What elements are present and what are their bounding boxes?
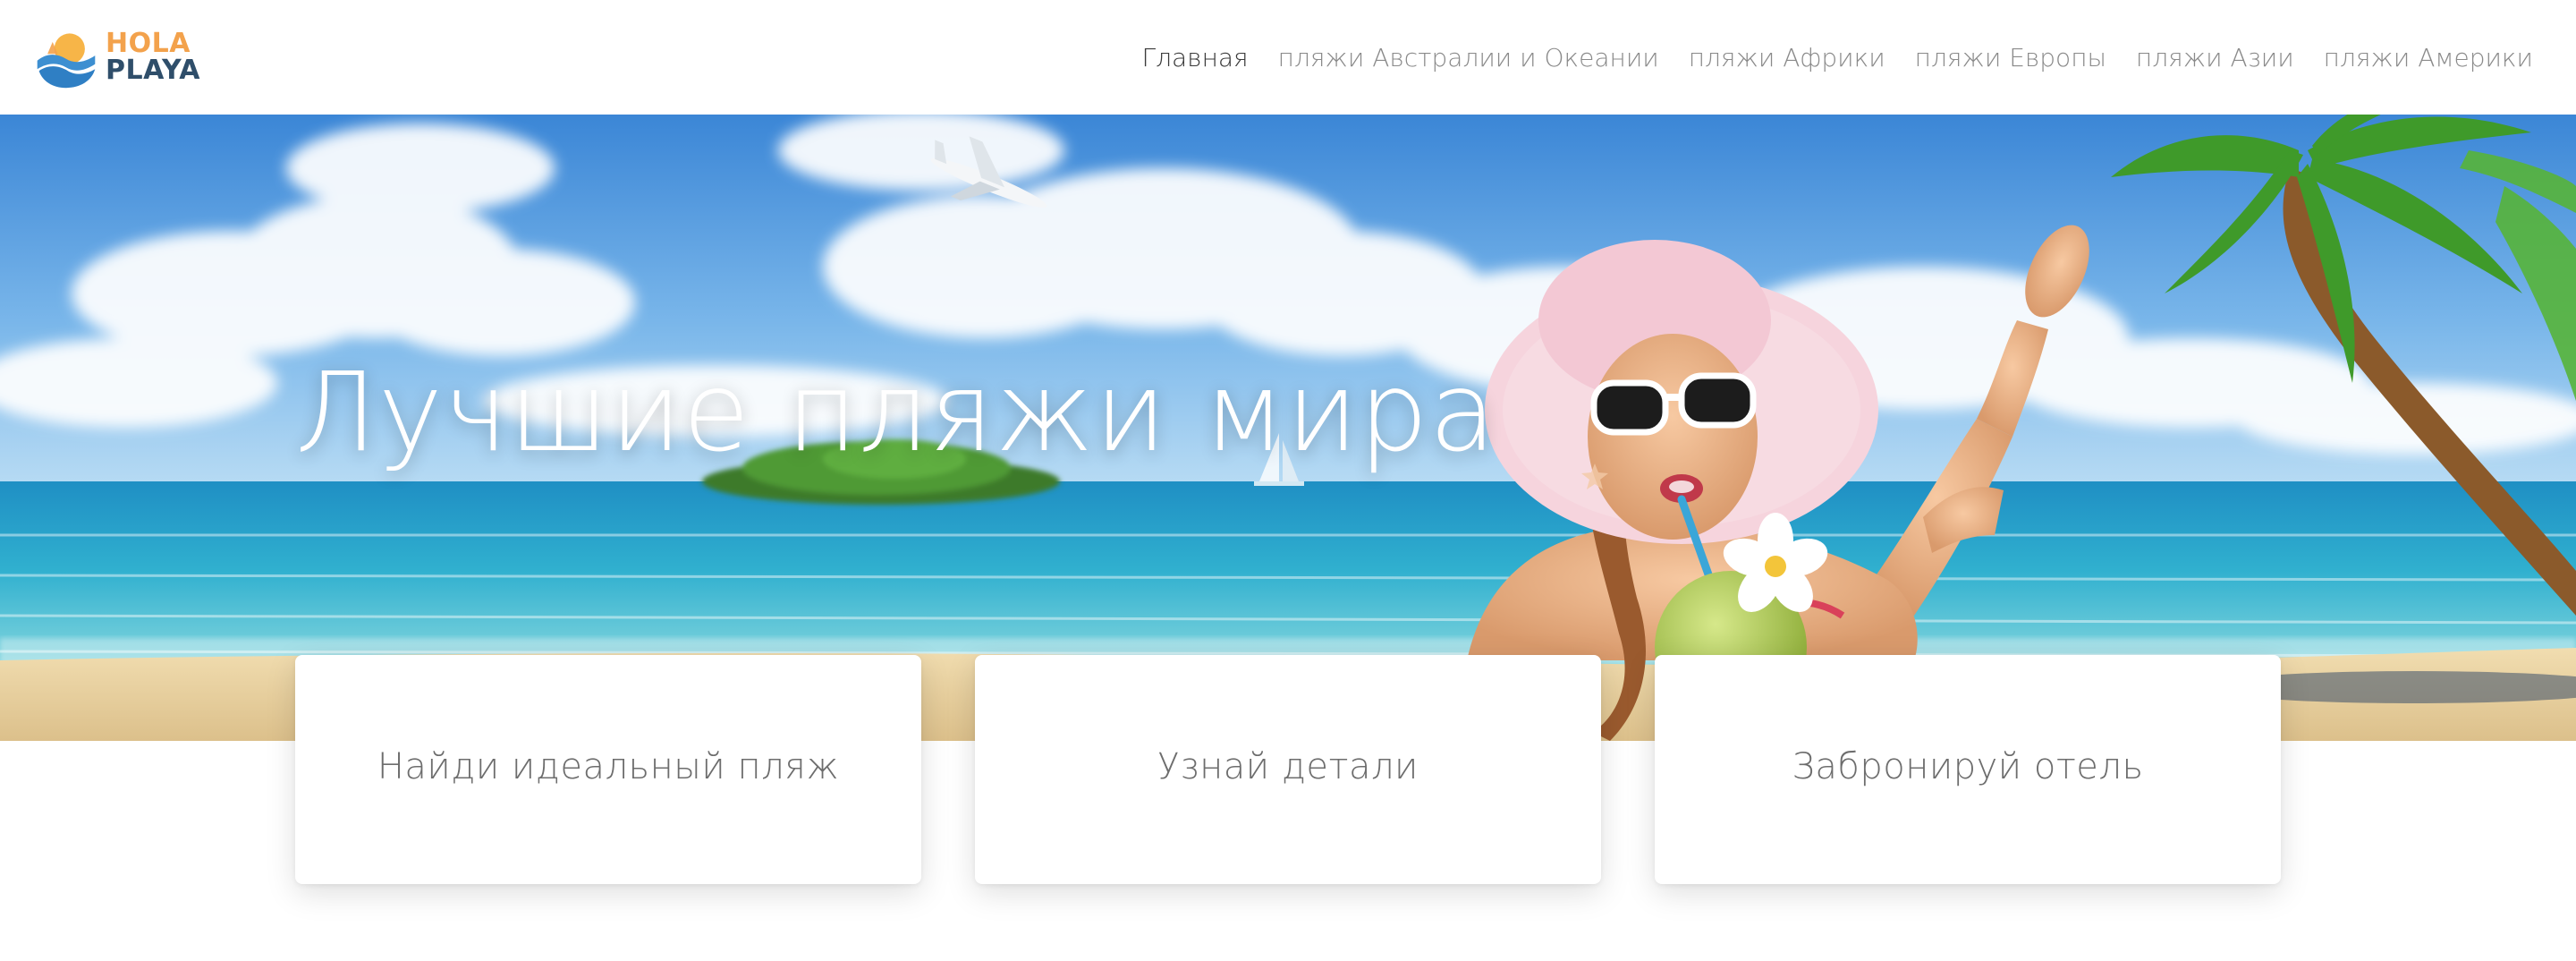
nav-link-australia-oceania[interactable]: пляжи Австралии и Океании — [1278, 43, 1659, 72]
card-learn-details-label: Узнай детали — [1157, 746, 1419, 787]
card-find-beach[interactable]: Найди идеальный пляж — [295, 655, 921, 884]
hero-title: Лучшие пляжи мира — [295, 349, 1497, 476]
logo-text-playa: PLAYA — [106, 55, 201, 86]
nav-link-asia[interactable]: пляжи Азии — [2136, 43, 2294, 72]
feature-cards: Найди идеальный пляж Узнай детали Заброн… — [295, 655, 2281, 884]
nav-link-home[interactable]: Главная — [1142, 43, 1249, 72]
nav-link-america[interactable]: пляжи Америки — [2324, 43, 2533, 72]
card-find-beach-label: Найди идеальный пляж — [377, 746, 840, 787]
hero-banner: Лучшие пляжи мира — [0, 115, 2576, 741]
site-logo[interactable]: HOLA PLAYA — [32, 21, 200, 93]
sun-wave-logo-icon — [37, 33, 96, 89]
nav-link-europe[interactable]: пляжи Европы — [1915, 43, 2106, 72]
main-navigation: Главная пляжи Австралии и Океании пляжи … — [1142, 43, 2533, 72]
card-book-hotel[interactable]: Забронируй отель — [1655, 655, 2281, 884]
card-learn-details[interactable]: Узнай детали — [975, 655, 1601, 884]
logo-text-hola: HOLA — [106, 28, 191, 59]
card-book-hotel-label: Забронируй отель — [1792, 746, 2144, 787]
site-header: HOLA PLAYA Главная пляжи Австралии и Оке… — [0, 0, 2576, 115]
nav-link-africa[interactable]: пляжи Африки — [1689, 43, 1885, 72]
